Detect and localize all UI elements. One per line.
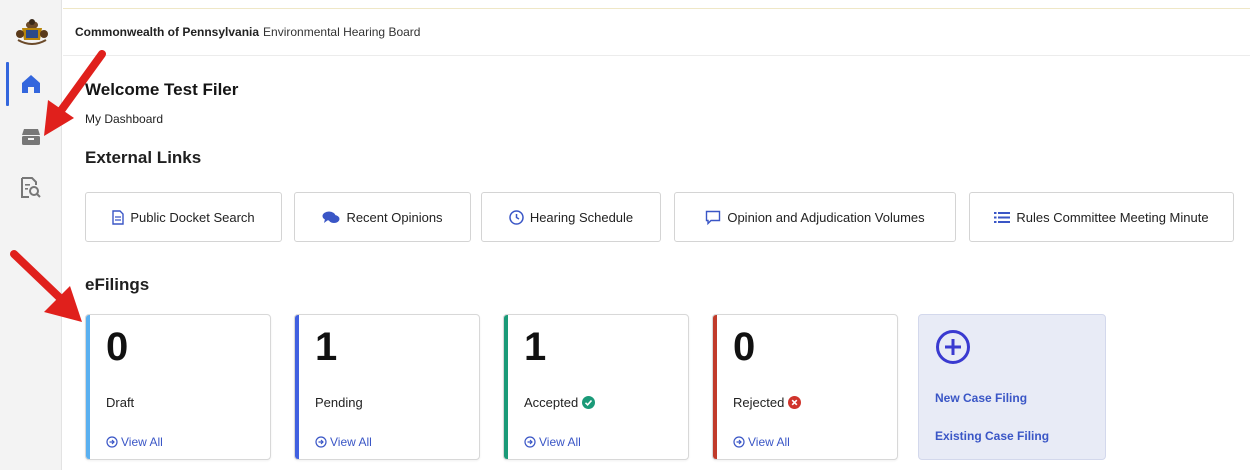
- hearing-schedule-button[interactable]: Hearing Schedule: [481, 192, 661, 242]
- recent-opinions-label: Recent Opinions: [346, 209, 443, 225]
- arrow-circle-right-icon: [106, 436, 118, 448]
- public-docket-search-label: Public Docket Search: [130, 209, 255, 225]
- draft-count: 0: [106, 325, 129, 369]
- sidebar: [0, 0, 62, 470]
- rejected-view-all-link[interactable]: View All: [733, 435, 790, 449]
- rules-committee-minutes-button[interactable]: Rules Committee Meeting Minute: [969, 192, 1234, 242]
- file-icon: [112, 209, 125, 225]
- accepted-view-all-text: View All: [539, 435, 581, 449]
- inbox-icon: [22, 129, 40, 145]
- rules-committee-minutes-label: Rules Committee Meeting Minute: [1016, 209, 1209, 225]
- pending-label-text: Pending: [315, 395, 363, 410]
- efiling-card-accepted: 1 Accepted View All: [503, 314, 689, 460]
- opinion-adjudication-volumes-button[interactable]: Opinion and Adjudication Volumes: [674, 192, 956, 242]
- efiling-card-pending: 1 Pending View All: [294, 314, 480, 460]
- pending-count: 1: [315, 325, 338, 369]
- sidebar-item-inbox[interactable]: [0, 115, 62, 159]
- public-docket-search-button[interactable]: Public Docket Search: [85, 192, 282, 242]
- message-icon: [706, 210, 721, 225]
- rejected-count: 0: [733, 325, 756, 369]
- new-case-filing-link[interactable]: New Case Filing: [935, 391, 1027, 405]
- draft-label-text: Draft: [106, 395, 135, 410]
- top-header: Commonwealth of Pennsylvania Environment…: [63, 8, 1250, 56]
- home-icon: [22, 75, 40, 93]
- comments-icon: [322, 211, 340, 223]
- arrow-circle-right-icon: [524, 436, 536, 448]
- pending-label: Pending: [315, 395, 363, 410]
- efiling-card-draft: 0 Draft View All: [85, 314, 271, 460]
- card-accent-bar: [504, 315, 508, 459]
- rejected-label: Rejected: [733, 395, 802, 410]
- app-root: Commonwealth of Pennsylvania Environment…: [0, 0, 1250, 470]
- opinion-adjudication-volumes-label: Opinion and Adjudication Volumes: [727, 209, 925, 225]
- card-accent-bar: [86, 315, 90, 459]
- card-accent-bar: [295, 315, 299, 459]
- new-filing-card: New Case Filing Existing Case Filing: [918, 314, 1106, 460]
- clock-icon: [509, 209, 524, 225]
- accepted-label: Accepted: [524, 395, 596, 410]
- header-board-name: Environmental Hearing Board: [263, 25, 421, 39]
- header-org-name: Commonwealth of Pennsylvania: [75, 25, 260, 39]
- sidebar-item-docket-search[interactable]: [0, 166, 62, 210]
- pending-view-all-link[interactable]: View All: [315, 435, 372, 449]
- list-icon: [994, 211, 1011, 223]
- draft-view-all-link[interactable]: View All: [106, 435, 163, 449]
- breadcrumb: My Dashboard: [85, 112, 164, 126]
- rejected-view-all-text: View All: [748, 435, 790, 449]
- accepted-count: 1: [524, 325, 547, 369]
- accepted-view-all-link[interactable]: View All: [524, 435, 581, 449]
- pending-view-all-text: View All: [330, 435, 372, 449]
- plus-circle-icon[interactable]: [935, 329, 971, 365]
- rejected-label-text: Rejected: [733, 395, 785, 410]
- x-circle-icon: [788, 396, 802, 409]
- draft-view-all-text: View All: [121, 435, 163, 449]
- accepted-label-text: Accepted: [524, 395, 579, 410]
- existing-case-filing-link[interactable]: Existing Case Filing: [935, 429, 1049, 443]
- arrow-circle-right-icon: [315, 436, 327, 448]
- page-title: Welcome Test Filer: [85, 80, 239, 99]
- sidebar-item-home[interactable]: [0, 62, 62, 106]
- document-search-icon: [21, 177, 41, 198]
- pennsylvania-seal-logo: [16, 19, 48, 45]
- draft-label: Draft: [106, 395, 134, 410]
- efilings-heading: eFilings: [85, 275, 150, 294]
- efiling-card-rejected: 0 Rejected View All: [712, 314, 898, 460]
- card-accent-bar: [713, 315, 717, 459]
- arrow-circle-right-icon: [733, 436, 745, 448]
- hearing-schedule-label: Hearing Schedule: [529, 209, 634, 225]
- recent-opinions-button[interactable]: Recent Opinions: [294, 192, 471, 242]
- check-circle-icon: [582, 396, 596, 409]
- external-links-heading: External Links: [85, 148, 202, 167]
